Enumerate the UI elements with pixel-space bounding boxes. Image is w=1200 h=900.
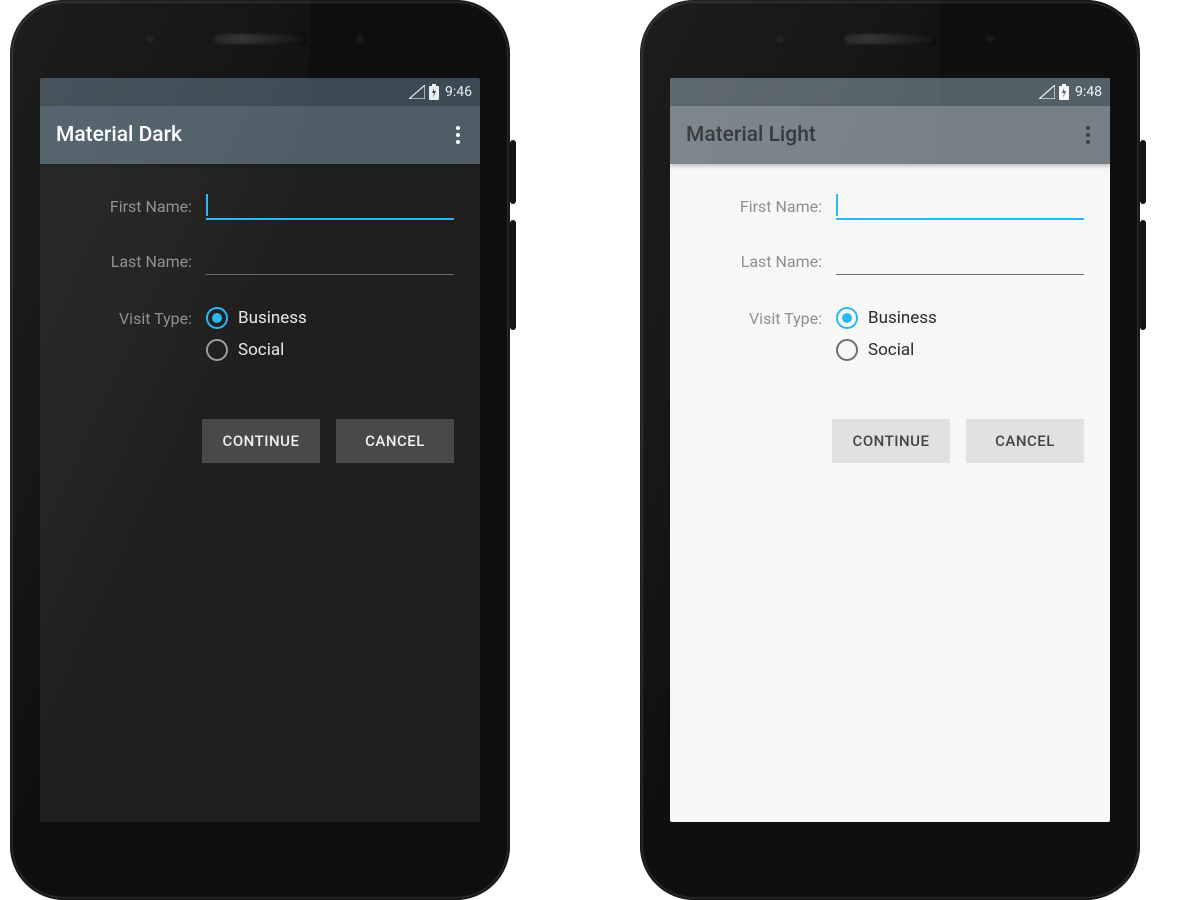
first-name-label: First Name: [696, 197, 836, 220]
overflow-menu-icon[interactable] [1082, 118, 1094, 152]
status-bar: 9:46 [40, 78, 480, 106]
radio-unchecked-icon [836, 339, 858, 361]
radio-business[interactable]: Business [836, 307, 1084, 329]
sensor-left [145, 34, 155, 44]
status-clock: 9:46 [445, 84, 472, 100]
form: First Name: Last Name: Visit Type: Busin… [670, 164, 1110, 361]
phone-frame-light: 9:48 Material Light First Name: Last Nam… [640, 0, 1140, 900]
last-name-label: Last Name: [696, 252, 836, 275]
sensor-left [775, 34, 785, 44]
continue-button[interactable]: CONTINUE [832, 419, 950, 463]
radio-checked-icon [206, 307, 228, 329]
radio-social-label: Social [868, 340, 914, 360]
continue-button[interactable]: CONTINUE [202, 419, 320, 463]
visit-type-label: Visit Type: [66, 307, 206, 328]
first-name-label: First Name: [66, 197, 206, 220]
status-bar: 9:48 [670, 78, 1110, 106]
power-button[interactable] [510, 140, 516, 204]
first-name-input[interactable] [836, 192, 1084, 220]
button-row: CONTINUE CANCEL [40, 383, 480, 463]
screen-light: 9:48 Material Light First Name: Last Nam… [670, 78, 1110, 822]
text-cursor-icon [836, 194, 838, 216]
sensor-right [985, 34, 995, 44]
radio-social-label: Social [238, 340, 284, 360]
power-button[interactable] [1140, 140, 1146, 204]
app-title: Material Dark [56, 123, 182, 147]
cancel-button[interactable]: CANCEL [966, 419, 1084, 463]
radio-business[interactable]: Business [206, 307, 454, 329]
last-name-input[interactable] [836, 270, 1084, 275]
battery-charging-icon [429, 84, 439, 100]
cancel-button[interactable]: CANCEL [336, 419, 454, 463]
radio-social[interactable]: Social [206, 339, 454, 361]
overflow-menu-icon[interactable] [452, 118, 464, 152]
first-name-input[interactable] [206, 192, 454, 220]
battery-charging-icon [1059, 84, 1069, 100]
volume-rocker[interactable] [510, 220, 516, 330]
earpiece [843, 33, 937, 45]
earpiece [213, 33, 307, 45]
form: First Name: Last Name: Visit Type: Busin… [40, 164, 480, 361]
last-name-label: Last Name: [66, 252, 206, 275]
button-row: CONTINUE CANCEL [670, 383, 1110, 463]
radio-business-label: Business [238, 308, 307, 328]
screen-dark: 9:46 Material Dark First Name: Last Name… [40, 78, 480, 822]
visit-type-radio-group: Business Social [206, 307, 454, 361]
radio-business-label: Business [868, 308, 937, 328]
visit-type-label: Visit Type: [696, 307, 836, 328]
app-bar: Material Light [670, 106, 1110, 164]
text-cursor-icon [206, 194, 208, 216]
row-last-name: Last Name: [696, 252, 1084, 275]
signal-icon [1039, 85, 1055, 99]
row-visit-type: Visit Type: Business Social [696, 307, 1084, 361]
app-bar: Material Dark [40, 106, 480, 164]
visit-type-radio-group: Business Social [836, 307, 1084, 361]
status-clock: 9:48 [1075, 84, 1102, 100]
row-first-name: First Name: [66, 192, 454, 220]
signal-icon [409, 85, 425, 99]
volume-rocker[interactable] [1140, 220, 1146, 330]
last-name-input[interactable] [206, 270, 454, 275]
row-first-name: First Name: [696, 192, 1084, 220]
sensor-right [355, 34, 365, 44]
row-visit-type: Visit Type: Business Social [66, 307, 454, 361]
phone-frame-dark: 9:46 Material Dark First Name: Last Name… [10, 0, 510, 900]
row-last-name: Last Name: [66, 252, 454, 275]
radio-checked-icon [836, 307, 858, 329]
radio-unchecked-icon [206, 339, 228, 361]
radio-social[interactable]: Social [836, 339, 1084, 361]
app-title: Material Light [686, 123, 816, 147]
